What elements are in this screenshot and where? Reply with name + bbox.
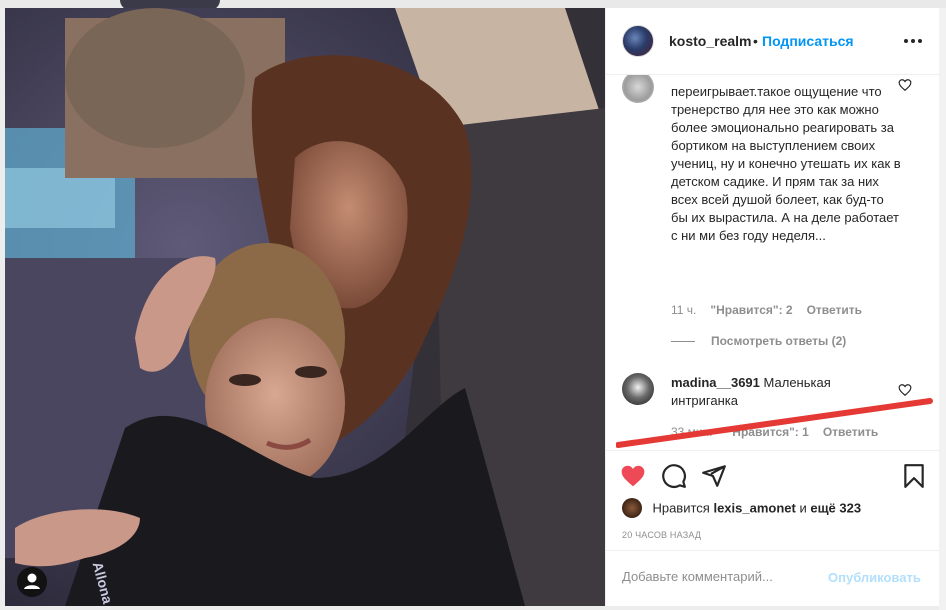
send-icon[interactable] [701, 463, 727, 489]
add-comment-input[interactable] [622, 569, 822, 584]
post-header: kosto_realm • Подписаться [606, 8, 940, 75]
bookmark-icon[interactable] [901, 463, 927, 489]
post-photo[interactable]: Allona [5, 8, 605, 606]
likes-count[interactable]: ещё 323 [810, 501, 861, 516]
follow-button[interactable]: Подписаться [762, 33, 854, 49]
right-margin [939, 8, 946, 610]
likes-prefix: Нравится [652, 500, 710, 516]
comment-username[interactable]: madina__3691 [671, 375, 760, 390]
post-side-panel: kosto_realm • Подписаться переигрывает.т… [605, 8, 940, 606]
comment-likes[interactable]: "Нравится": 2 [710, 303, 792, 317]
liker-username[interactable]: lexis_amonet [713, 501, 795, 516]
likes-conj: и [799, 500, 807, 516]
comment-meta: 11 ч. "Нравится": 2 Ответить [671, 303, 862, 317]
more-options-icon[interactable] [904, 32, 924, 48]
header-separator: • [753, 33, 758, 49]
post-timestamp[interactable]: 20 ЧАСОВ НАЗАД [622, 530, 701, 540]
post-actions: Нравится lexis_amonet и ещё 323 20 ЧАСОВ… [606, 450, 940, 606]
view-replies-button[interactable]: Посмотреть ответы (2) [671, 334, 846, 348]
heart-filled-icon[interactable] [620, 463, 646, 489]
red-annotation-stroke [616, 398, 933, 448]
comment-avatar[interactable] [622, 75, 654, 103]
tagged-user-button[interactable] [17, 567, 47, 597]
background-strip [0, 0, 946, 10]
photo-illustration [5, 8, 605, 606]
comment-text: переигрывает.такое ощущение что тренерст… [671, 84, 901, 243]
user-icon [24, 573, 40, 589]
comment-like-icon[interactable] [898, 78, 912, 92]
reply-button[interactable]: Ответить [807, 303, 862, 317]
post-modal: Allona kosto_realm • Подписаться переигр… [0, 0, 946, 610]
view-replies-label: Посмотреть ответы (2) [711, 334, 847, 348]
likes-summary: Нравится lexis_amonet и ещё 323 [622, 498, 861, 520]
comment-time: 11 ч. [671, 303, 697, 317]
publish-button[interactable]: Опубликовать [828, 570, 921, 585]
liker-avatar[interactable] [622, 498, 642, 518]
author-username[interactable]: kosto_realm [669, 33, 751, 49]
replies-line [671, 341, 695, 343]
comment-icon[interactable] [661, 463, 687, 489]
add-comment-bar: Опубликовать [606, 550, 940, 607]
comments-list[interactable]: переигрывает.такое ощущение что тренерст… [606, 75, 940, 450]
author-avatar[interactable] [622, 25, 654, 57]
likes-text: Нравится lexis_amonet и ещё 323 [652, 501, 861, 516]
